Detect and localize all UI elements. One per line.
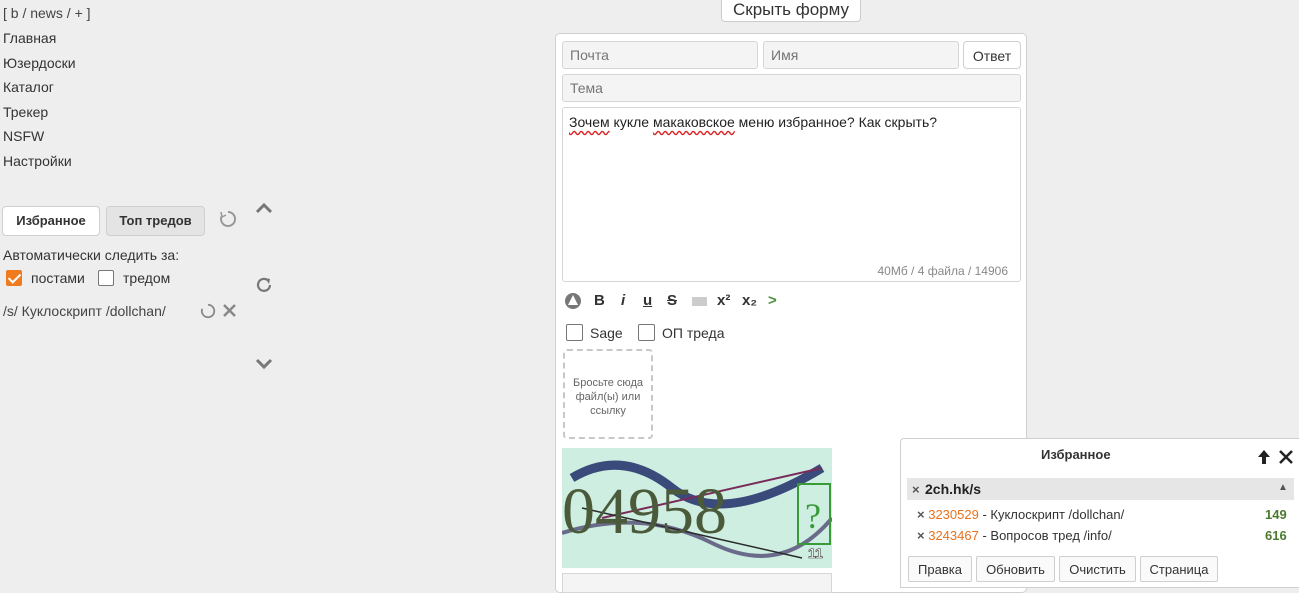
clear-button[interactable]: Очистить <box>1059 556 1136 582</box>
close-panel-icon[interactable] <box>1279 450 1293 467</box>
new-posts-count: 149 <box>1265 507 1287 522</box>
thread-number-link[interactable]: 3230529 <box>928 507 979 522</box>
nav-item-tracker[interactable]: Трекер <box>3 104 76 129</box>
superscript-button[interactable]: x² <box>717 292 730 309</box>
list-item[interactable]: × 3243467 - Вопросов тред /info/ <box>917 528 1112 543</box>
remove-host-icon[interactable]: × <box>912 482 920 497</box>
favorites-title: Избранное <box>1041 447 1111 462</box>
auto-follow-label: Автоматически следить за: <box>3 247 180 263</box>
collapse-triangle-icon[interactable]: ▲ <box>1278 482 1288 493</box>
file-limit-counter: 40Мб / 4 файла / 14906 <box>877 264 1008 278</box>
strike-button[interactable]: S <box>667 292 677 309</box>
close-icon[interactable] <box>222 303 237 321</box>
message-text: меню избранное? Как скрыть? <box>734 114 938 130</box>
sage-checkbox[interactable] <box>566 324 583 341</box>
op-label: ОП треда <box>662 325 725 341</box>
file-dropzone[interactable]: Бросьте сюда файл(ы) или ссылку <box>563 349 653 439</box>
thread-number-link[interactable]: 3243467 <box>928 528 979 543</box>
captcha-badge: 11 <box>808 545 823 561</box>
chevron-down-icon[interactable] <box>255 354 273 377</box>
captcha-image[interactable]: 04958 ? 11 <box>562 448 832 568</box>
nav-item-nsfw[interactable]: NSFW <box>3 128 76 153</box>
message-text: кукле <box>609 114 653 130</box>
quote-button[interactable]: > <box>768 292 777 309</box>
nav-item-catalog[interactable]: Каталог <box>3 79 76 104</box>
refresh-button[interactable]: Обновить <box>976 556 1055 582</box>
tab-favorites[interactable]: Избранное <box>2 206 100 236</box>
edit-button[interactable]: Правка <box>908 556 972 582</box>
reload-icon[interactable] <box>255 276 273 300</box>
captcha-text: 04958 <box>562 475 727 548</box>
board-links[interactable]: [ b / news / + ] <box>3 5 91 21</box>
refresh-spinner-icon[interactable] <box>219 210 237 233</box>
nav-item-settings[interactable]: Настройки <box>3 153 76 178</box>
remove-item-icon[interactable]: × <box>917 507 925 522</box>
thread-refresh-icon[interactable] <box>200 303 216 322</box>
follow-posts-label: постами <box>31 270 85 286</box>
thread-title: - Вопросов тред /info/ <box>978 528 1112 543</box>
favorites-host[interactable]: 2ch.hk/s <box>925 481 981 497</box>
arrow-up-icon[interactable] <box>1257 449 1271 468</box>
chevron-up-icon[interactable] <box>255 198 273 221</box>
follow-thread-checkbox[interactable] <box>98 270 114 286</box>
op-checkbox[interactable] <box>638 324 655 341</box>
message-textarea[interactable]: Зочем кукле макаковское меню избранное? … <box>562 107 1021 282</box>
page-button[interactable]: Страница <box>1140 556 1218 582</box>
new-posts-count: 616 <box>1265 528 1287 543</box>
email-field[interactable] <box>562 41 758 69</box>
thread-title: - Куклоскрипт /dollchan/ <box>978 507 1125 522</box>
follow-posts-checkbox[interactable] <box>6 270 22 286</box>
list-item[interactable]: × 3230529 - Куклоскрипт /dollchan/ <box>917 507 1124 522</box>
underline-button[interactable]: u <box>643 292 652 309</box>
follow-thread-label: тредом <box>123 270 171 286</box>
captcha-question: ? <box>805 496 821 536</box>
sage-label: Sage <box>590 325 623 341</box>
nav-item-userboards[interactable]: Юзердоски <box>3 55 76 80</box>
captcha-input[interactable] <box>562 573 832 593</box>
italic-button[interactable]: i <box>621 292 625 309</box>
spoiler-icon[interactable] <box>564 292 582 314</box>
subject-field[interactable] <box>562 74 1021 102</box>
remove-item-icon[interactable]: × <box>917 528 925 543</box>
bold-button[interactable]: B <box>594 292 605 309</box>
name-field[interactable] <box>763 41 959 69</box>
spoiler-block-button[interactable] <box>692 297 707 306</box>
nav-menu: Главная Юзердоски Каталог Трекер NSFW На… <box>3 30 76 178</box>
tab-top-threads[interactable]: Топ тредов <box>106 206 205 236</box>
thread-item[interactable]: /s/ Куклоскрипт /dollchan/ <box>3 303 166 319</box>
subscript-button[interactable]: x₂ <box>742 292 757 309</box>
message-word-misspelled: Зочем <box>569 114 610 130</box>
hide-form-button[interactable]: Скрыть форму <box>721 0 861 22</box>
reply-button[interactable]: Ответ <box>963 41 1021 69</box>
message-word-misspelled: макаковское <box>652 114 735 130</box>
nav-item-home[interactable]: Главная <box>3 30 76 55</box>
